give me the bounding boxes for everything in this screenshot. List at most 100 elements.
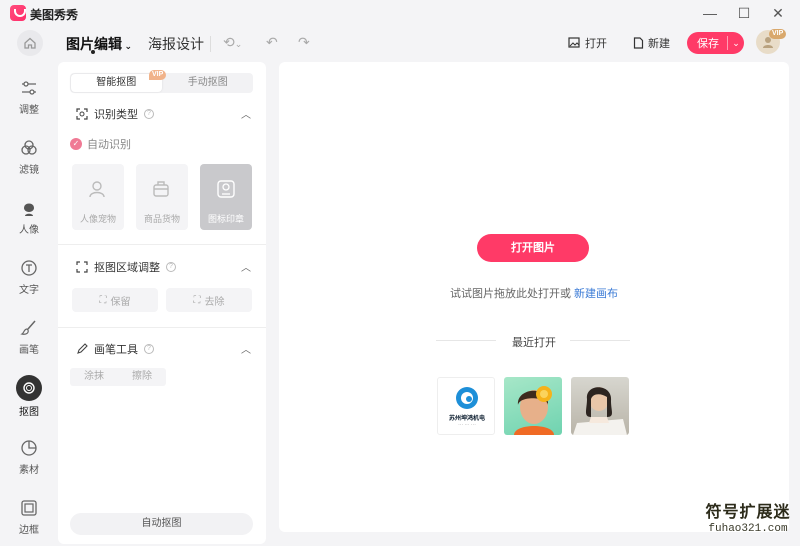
scan-icon [76,108,88,120]
new-file-icon [633,37,644,49]
auto-cutout-button[interactable]: 自动抠图 [70,513,253,535]
open-image-button[interactable]: 打开图片 [477,234,589,262]
open-label: 打开 [585,38,607,50]
smear-option[interactable]: 涂抹 [70,368,118,386]
frame-icon [18,497,40,519]
recent-thumb-logo[interactable]: 苏州坤鸿机电 ··· ··· ··· [437,377,495,435]
portrait-icon [18,197,40,219]
section-title: 画笔工具 [94,344,138,356]
recent-thumb-orange-girl[interactable] [504,377,562,435]
crop-area-icon [76,261,88,273]
remove-icon: ⛶ [193,294,201,306]
drop-hint-text: 试试图片拖放此处打开或 [449,288,571,300]
save-label: 保存 [697,38,719,50]
collapse-icon[interactable]: ︿ [241,259,251,274]
chevron-down-icon: ⌄ [122,41,133,51]
logo-text: 苏州坤鸿机电 [448,416,485,422]
orange-girl-photo [514,386,554,435]
section-divider [58,244,266,245]
cutout-panel: 智能抠图 VIP 手动抠图 识别类型 ? ︿ ✓ 自动识别 人像宠物 商品货物 … [58,62,266,544]
erase-option[interactable]: 擦除 [118,368,166,386]
logo-subtext: ··· ··· ··· [458,422,476,428]
help-icon[interactable]: ? [144,109,154,119]
cutout-mode-switch: 智能抠图 VIP 手动抠图 [70,70,254,93]
keep-button[interactable]: ⛶ 保留 [72,288,158,312]
new-canvas-link[interactable]: 新建画布 [574,288,618,300]
keep-icon: ⛶ [99,294,107,306]
title-bar: 美图秀秀 — ☐ ✕ [0,0,800,26]
rail-label: 素材 [19,465,39,476]
rail-label: 滤镜 [19,165,39,176]
sticker-icon [18,437,40,459]
left-rail: 调整 滤镜 人像 文字 画笔 抠图 素材 边框 [0,62,58,544]
check-icon: ✓ [70,138,82,150]
rail-item-brush[interactable]: 画笔 [0,310,58,366]
rail-label: 抠图 [19,407,39,418]
type-card-icon-seal[interactable]: 图标印章 [200,164,252,230]
toolbar-divider [210,36,211,52]
section-divider [58,327,266,328]
new-button[interactable]: 新建 [633,35,670,51]
type-label: 人像宠物 [79,214,116,224]
section-title: 识别类型 [94,109,138,121]
undo-icon[interactable]: ↶ [266,34,278,51]
redo-icon[interactable]: ↷ [298,34,310,51]
minimize-button[interactable]: — [700,4,720,22]
type-card-portrait-pet[interactable]: 人像宠物 [72,164,124,230]
rail-label: 画笔 [19,345,39,356]
collapse-icon[interactable]: ︿ [241,106,251,121]
rail-item-portrait[interactable]: 人像 [0,190,58,246]
recent-title: 最近打开 [512,337,556,349]
rail-label: 文字 [19,285,39,296]
drop-hint: 试试图片拖放此处打开或 新建画布 [279,285,789,301]
active-tab-indicator [91,50,95,54]
home-button[interactable] [17,30,43,56]
open-button[interactable]: 打开 [568,35,607,51]
tab-image-edit[interactable]: 图片编辑 ⌄ [66,34,132,54]
tab-poster-design[interactable]: 海报设计 [148,34,204,54]
reading-girl-photo [573,387,627,435]
save-button[interactable]: 保存 ⌄ [687,32,744,54]
tab-smart-cutout[interactable]: 智能抠图 VIP [71,70,167,92]
home-icon [24,37,36,49]
rail-item-frame[interactable]: 边框 [0,490,58,546]
remove-button[interactable]: ⛶ 去除 [166,288,252,312]
recent-divider-right [570,340,630,341]
type-label: 图标印章 [207,214,244,224]
rail-item-sticker[interactable]: 素材 [0,430,58,486]
brush-mode-switch: 涂抹 擦除 [70,368,166,386]
rail-item-adjust[interactable]: 调整 [0,70,58,126]
type-card-product[interactable]: 商品货物 [136,164,188,230]
history-icon[interactable]: ⟲⌄ [223,34,242,51]
brush-icon [18,317,40,339]
save-dropdown-icon[interactable]: ⌄ [728,38,744,49]
auto-detect-label: 自动识别 [87,139,131,151]
close-button[interactable]: ✕ [768,4,788,22]
auto-detect-checkbox[interactable]: ✓ 自动识别 [70,136,131,152]
rail-item-filter[interactable]: 滤镜 [0,130,58,186]
section-brush-tools: 画笔工具 ? [76,341,154,357]
new-label: 新建 [648,38,670,50]
open-image-icon [568,37,580,48]
maximize-button[interactable]: ☐ [734,4,754,22]
rail-item-cutout[interactable]: 抠图 [0,370,58,426]
type-label: 商品货物 [143,214,180,224]
collapse-icon[interactable]: ︿ [241,341,251,356]
help-icon[interactable]: ? [166,262,176,272]
top-toolbar: 图片编辑 ⌄ 海报设计 ⟲⌄ ↶ ↷ 打开 新建 保存 ⌄ VIP [0,26,800,62]
section-title: 抠图区域调整 [94,262,160,274]
recent-thumb-reading-girl[interactable] [571,377,629,435]
tab-manual-cutout[interactable]: 手动抠图 [163,73,254,93]
canvas-area[interactable]: 打开图片 试试图片拖放此处打开或 新建画布 最近打开 苏州坤鸿机电 ··· ··… [279,62,789,532]
rail-item-text[interactable]: 文字 [0,250,58,306]
section-area-adjust: 抠图区域调整 ? [76,259,176,275]
rail-label: 人像 [19,225,39,236]
help-icon[interactable]: ? [144,344,154,354]
rail-label: 边框 [19,525,39,536]
remove-label: 去除 [204,296,225,308]
watermark: 符号扩展迷 fuhao321.com [700,504,796,536]
stamp-icon [217,180,235,198]
person-icon [89,181,105,198]
watermark-title: 符号扩展迷 [705,504,791,521]
vip-badge: VIP [769,29,787,39]
